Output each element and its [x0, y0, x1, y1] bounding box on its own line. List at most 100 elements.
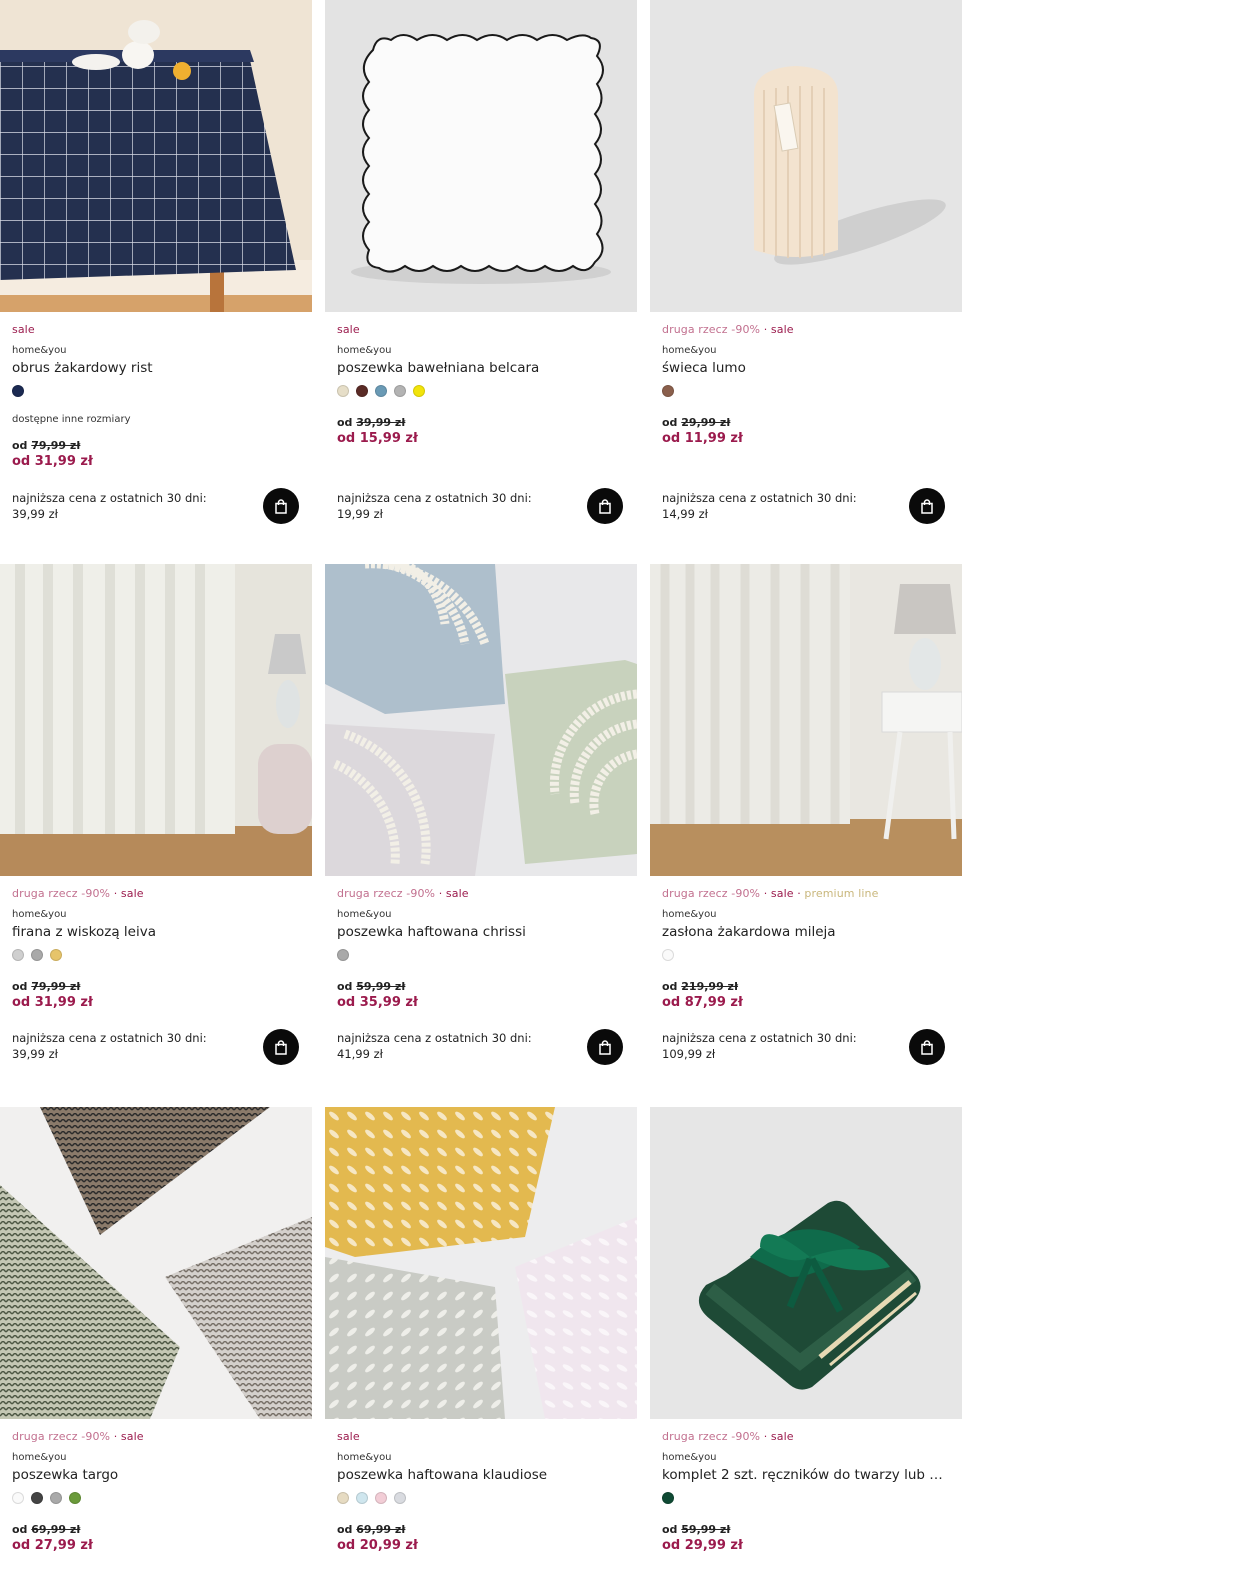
color-swatches [662, 385, 962, 399]
color-swatch[interactable] [394, 1492, 406, 1504]
promo-badge: druga rzecz -90% [12, 887, 111, 900]
add-to-cart-button[interactable] [263, 488, 299, 524]
product-image[interactable] [325, 564, 637, 876]
product-name[interactable]: świeca lumo [662, 359, 948, 377]
product-image[interactable] [650, 0, 962, 312]
color-swatch[interactable] [375, 1492, 387, 1504]
color-swatch[interactable] [12, 385, 24, 397]
color-swatch[interactable] [413, 385, 425, 397]
color-swatch[interactable] [50, 949, 62, 961]
badge-separator: · [110, 1430, 121, 1443]
badge-separator: · [435, 887, 446, 900]
product-card[interactable]: druga rzecz -90% · sale · premium line h… [650, 564, 962, 1104]
product-card[interactable]: sale home&you poszewka haftowana klaudio… [325, 1107, 637, 1577]
product-brand: home&you [337, 345, 392, 356]
color-swatch[interactable] [662, 1492, 674, 1504]
product-image[interactable] [325, 1107, 637, 1419]
promo-badge: druga rzecz -90% [12, 1430, 111, 1443]
color-swatch[interactable] [375, 385, 387, 397]
product-image[interactable] [0, 564, 312, 876]
new-price: od 27,99 zł [12, 1538, 93, 1553]
sizes-note: dostępne inne rozmiary [12, 414, 131, 425]
promo-badge: druga rzecz -90% [337, 887, 436, 900]
color-swatch[interactable] [394, 385, 406, 397]
curtain-image [0, 564, 312, 876]
shopping-bag-icon [599, 1039, 611, 1055]
shopping-bag-icon [599, 498, 611, 514]
old-price: od 219,99 zł [662, 980, 739, 993]
color-swatches [662, 1492, 962, 1506]
old-price: od 29,99 zł [662, 416, 731, 429]
color-swatch[interactable] [662, 385, 674, 397]
product-name[interactable]: zasłona żakardowa mileja [662, 923, 948, 941]
add-to-cart-button[interactable] [587, 488, 623, 524]
sale-badge: sale [120, 1430, 144, 1443]
product-name[interactable]: poszewka haftowana klaudiose [337, 1466, 623, 1484]
product-brand: home&you [662, 345, 717, 356]
sale-badge: sale [770, 887, 794, 900]
product-name[interactable]: poszewka bawełniana belcara [337, 359, 623, 377]
promo-badge: druga rzecz -90% [662, 887, 761, 900]
lowest-price-note: najniższa cena z ostatnich 30 dni: 39,99 … [12, 491, 207, 521]
color-swatch[interactable] [662, 949, 674, 961]
new-price: od 29,99 zł [662, 1538, 743, 1553]
product-card[interactable]: sale home&you poszewka bawełniana belcar… [325, 0, 637, 540]
add-to-cart-button[interactable] [263, 1029, 299, 1065]
product-image[interactable] [325, 0, 637, 312]
shopping-bag-icon [275, 498, 287, 514]
product-brand: home&you [662, 1452, 717, 1463]
product-image[interactable] [0, 0, 312, 312]
product-brand: home&you [12, 909, 67, 920]
old-price: od 79,99 zł [12, 980, 81, 993]
add-to-cart-button[interactable] [587, 1029, 623, 1065]
old-price: od 39,99 zł [337, 416, 406, 429]
striped-pillows-image [0, 1107, 312, 1419]
product-card[interactable]: sale home&you obrus żakardowy rist dostę… [0, 0, 312, 540]
product-card[interactable]: druga rzecz -90% · sale home&you poszewk… [0, 1107, 312, 1577]
new-price: od 15,99 zł [337, 431, 418, 446]
color-swatch[interactable] [31, 1492, 43, 1504]
old-price: od 79,99 zł [12, 439, 81, 452]
lowest-price-note: najniższa cena z ostatnich 30 dni: 109,99… [662, 1031, 857, 1061]
lowest-price-note: najniższa cena z ostatnich 30 dni: 14,99 … [662, 491, 857, 521]
color-swatch[interactable] [356, 385, 368, 397]
tablecloth-image [0, 0, 312, 312]
new-price: od 87,99 zł [662, 995, 743, 1010]
color-swatch[interactable] [337, 949, 349, 961]
product-name[interactable]: poszewka targo [12, 1466, 298, 1484]
old-price: od 69,99 zł [337, 1523, 406, 1536]
product-card[interactable]: druga rzecz -90% · sale home&you poszewk… [325, 564, 637, 1104]
product-card[interactable]: druga rzecz -90% · sale home&you firana … [0, 564, 312, 1104]
product-name[interactable]: poszewka haftowana chrissi [337, 923, 623, 941]
old-price: od 59,99 zł [337, 980, 406, 993]
color-swatch[interactable] [12, 1492, 24, 1504]
product-name[interactable]: komplet 2 szt. ręczników do twarzy lub d… [662, 1466, 948, 1484]
add-to-cart-button[interactable] [909, 488, 945, 524]
sale-badge: sale [770, 1430, 794, 1443]
color-swatch[interactable] [356, 1492, 368, 1504]
color-swatch[interactable] [337, 1492, 349, 1504]
old-price: od 69,99 zł [12, 1523, 81, 1536]
product-name[interactable]: obrus żakardowy rist [12, 359, 298, 377]
product-brand: home&you [337, 909, 392, 920]
product-name[interactable]: firana z wiskozą leiva [12, 923, 298, 941]
color-swatches [337, 949, 637, 963]
lowest-price-note: najniższa cena z ostatnich 30 dni: 19,99 … [337, 491, 532, 521]
product-card[interactable]: druga rzecz -90% · sale home&you świeca … [650, 0, 962, 540]
color-swatch[interactable] [12, 949, 24, 961]
color-swatch[interactable] [337, 385, 349, 397]
color-swatches [662, 949, 962, 963]
leaf-pillows-image [325, 1107, 637, 1419]
badge-separator: · [793, 887, 805, 900]
product-brand: home&you [337, 1452, 392, 1463]
color-swatch[interactable] [50, 1492, 62, 1504]
product-card[interactable]: druga rzecz -90% · sale home&you komplet… [650, 1107, 962, 1577]
product-image[interactable] [0, 1107, 312, 1419]
add-to-cart-button[interactable] [909, 1029, 945, 1065]
sale-badge: sale [12, 323, 35, 336]
candle-image [650, 0, 962, 312]
product-image[interactable] [650, 564, 962, 876]
product-image[interactable] [650, 1107, 962, 1419]
color-swatch[interactable] [31, 949, 43, 961]
color-swatch[interactable] [69, 1492, 81, 1504]
